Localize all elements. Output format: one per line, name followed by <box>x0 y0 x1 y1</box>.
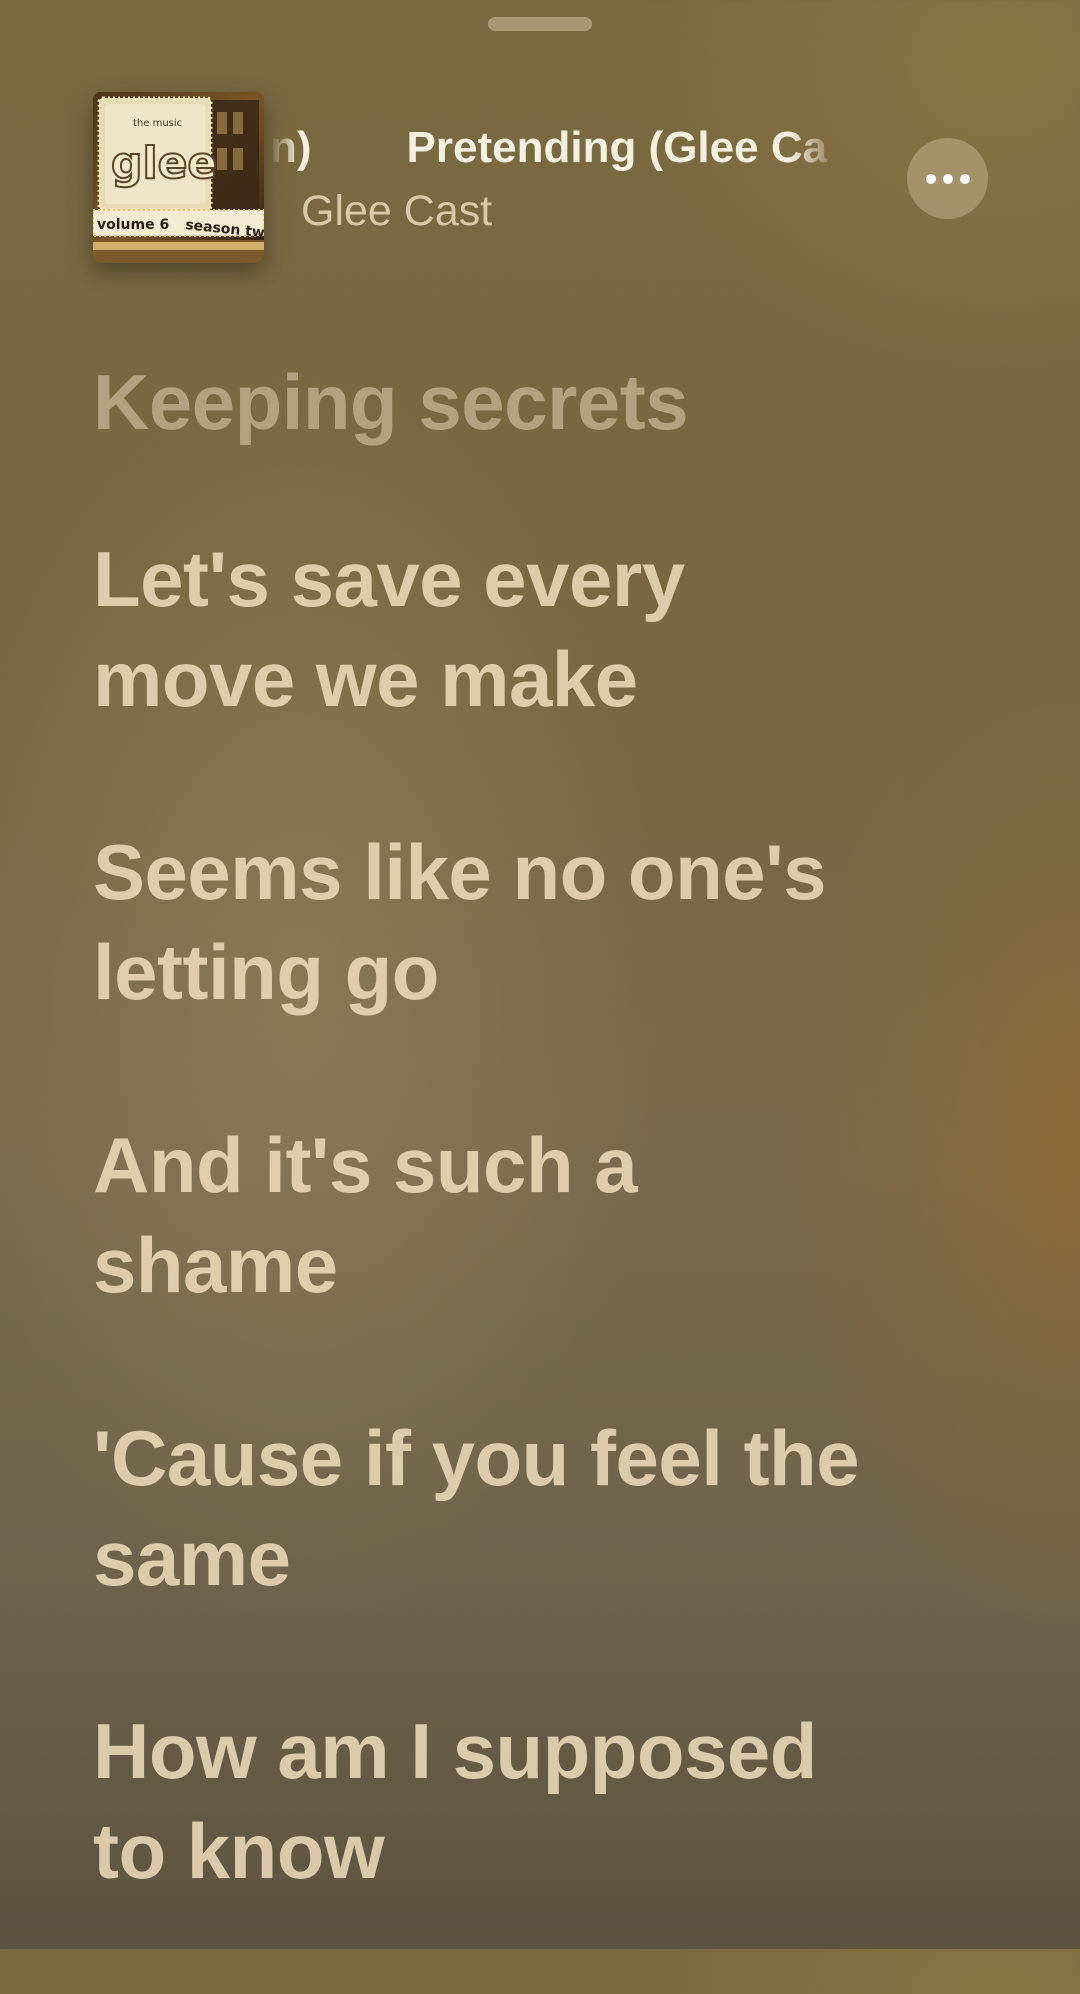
lyric-line[interactable]: Seems like no one's letting go <box>93 822 993 1022</box>
lyrics-list: Keeping secrets Let's save every move we… <box>93 362 993 1994</box>
album-artwork[interactable]: the music glee volume 6 season two <box>93 92 264 263</box>
album-logo-text: glee <box>111 138 217 189</box>
lyric-text: 'Cause if you feel the <box>93 1414 860 1502</box>
song-title: Pretending (Glee Ca <box>406 123 828 172</box>
artist-name[interactable]: Glee Cast <box>301 184 492 238</box>
lyric-line[interactable]: How am I supposed to know <box>93 1701 993 1901</box>
ellipsis-icon <box>925 173 936 184</box>
lyric-text: And it's such a <box>93 1121 638 1209</box>
ellipsis-icon <box>959 173 970 184</box>
song-title-prefix: n) <box>270 123 312 172</box>
lyric-line[interactable]: Keeping secrets <box>93 362 993 442</box>
lyric-text: Let's save every <box>93 535 685 623</box>
more-options-button[interactable] <box>907 138 988 219</box>
album-the-text: the music <box>133 118 182 129</box>
lyric-text: same <box>93 1514 291 1602</box>
lyric-text: to know <box>93 1807 385 1895</box>
now-playing-header: the music glee volume 6 season two n) Pre… <box>0 0 1080 280</box>
album-volume-text: volume 6 <box>97 217 169 233</box>
lyric-text: shame <box>93 1221 338 1309</box>
song-title-marquee: n) Pretending (Glee Ca <box>270 118 840 178</box>
lyric-text: Keeping secrets <box>93 358 689 446</box>
lyric-text: letting go <box>93 928 439 1016</box>
lyric-line[interactable]: 'Cause if you feel the same <box>93 1408 993 1608</box>
album-art-image: the music glee volume 6 season two <box>93 92 264 263</box>
ellipsis-icon <box>942 173 953 184</box>
lyric-line[interactable]: And it's such a shame <box>93 1115 993 1315</box>
lyric-line[interactable]: Let's save every move we make <box>93 529 993 729</box>
lyric-text: How am I supposed <box>93 1707 817 1795</box>
lyric-text: Seems like no one's <box>93 828 827 916</box>
lyric-text: move we make <box>93 635 638 723</box>
